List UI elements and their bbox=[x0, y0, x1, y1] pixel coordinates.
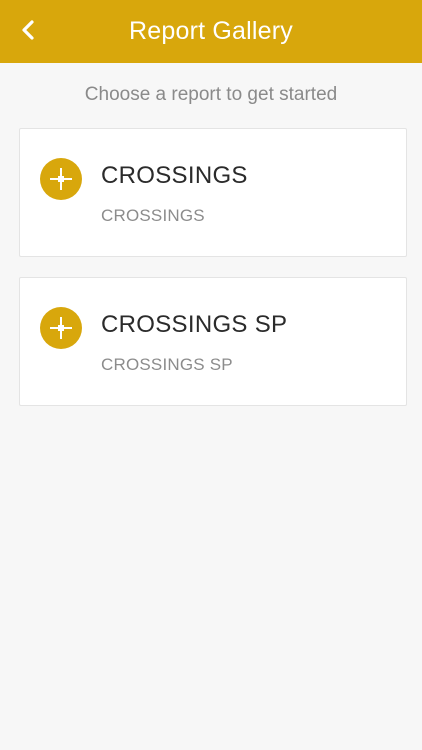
report-title: CROSSINGS bbox=[101, 162, 248, 189]
instruction-text: Choose a report to get started bbox=[84, 84, 338, 105]
app-header: Report Gallery bbox=[0, 0, 422, 63]
app-screen: Report Gallery Choose a report to get st… bbox=[0, 0, 422, 750]
back-button[interactable] bbox=[10, 12, 46, 48]
report-title: CROSSINGS SP bbox=[101, 311, 288, 338]
crosshair-icon bbox=[40, 307, 82, 349]
chevron-left-icon bbox=[22, 20, 34, 40]
page-title: Report Gallery bbox=[129, 17, 293, 45]
crosshair-icon bbox=[40, 158, 82, 200]
report-subtitle: CROSSINGS bbox=[101, 206, 205, 225]
report-card-crossings[interactable]: CROSSINGS CROSSINGS bbox=[19, 128, 407, 257]
report-card-crossings-sp[interactable]: CROSSINGS SP CROSSINGS SP bbox=[19, 277, 407, 406]
report-subtitle: CROSSINGS SP bbox=[101, 355, 233, 374]
